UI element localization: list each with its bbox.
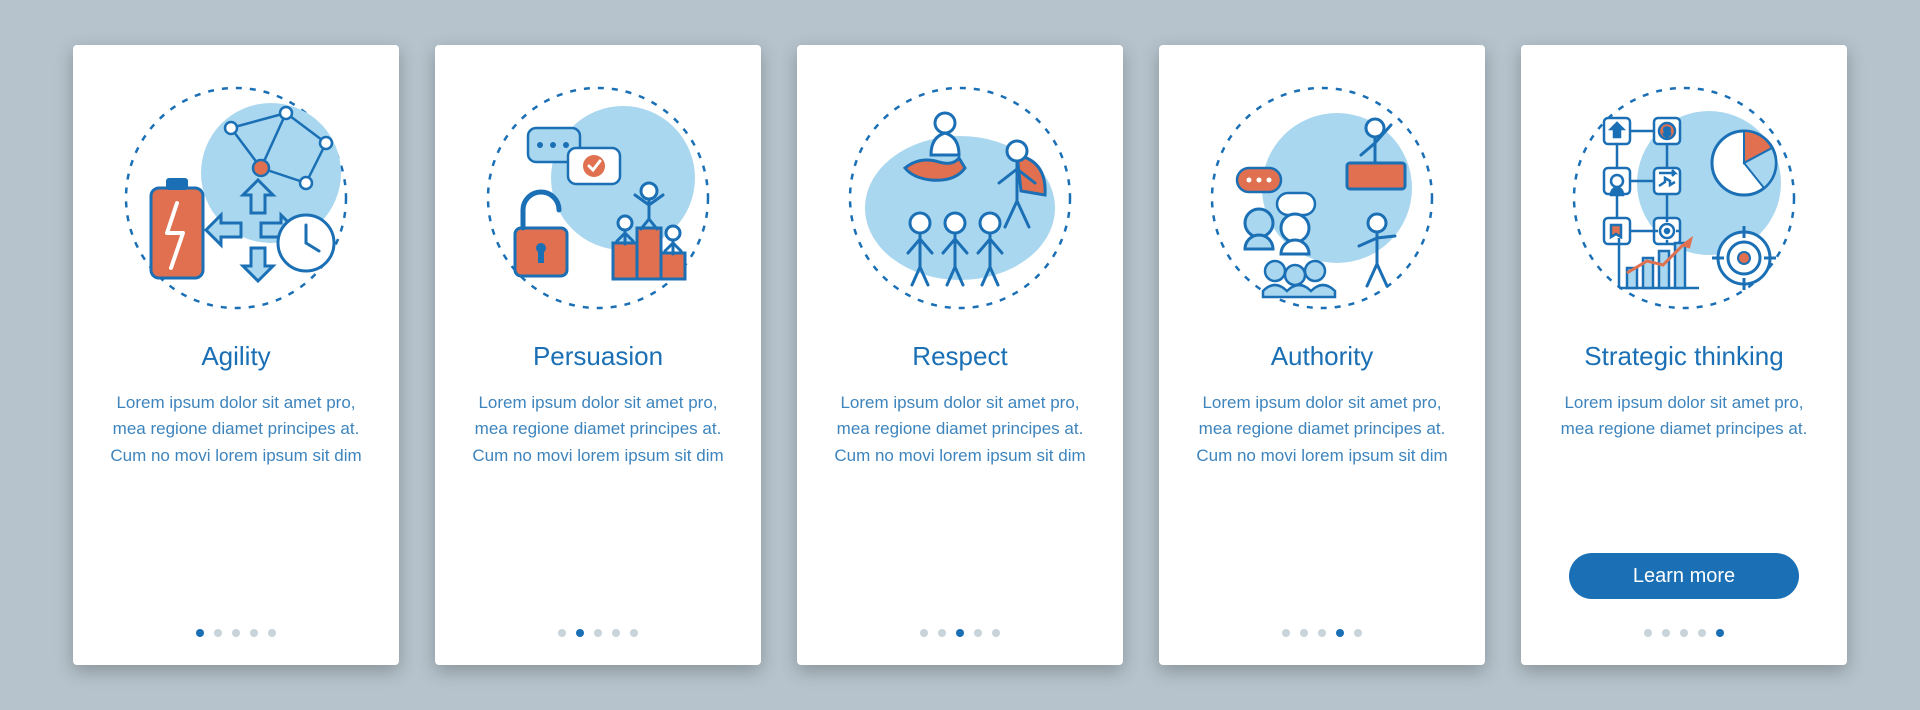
dot-1[interactable] bbox=[920, 629, 928, 637]
card-body: Lorem ipsum dolor sit amet pro, mea regi… bbox=[1551, 390, 1817, 443]
pagination-dots bbox=[558, 629, 638, 637]
onboarding-card-agility: Agility Lorem ipsum dolor sit amet pro, … bbox=[73, 45, 399, 665]
svg-text:$: $ bbox=[1664, 125, 1671, 139]
card-body: Lorem ipsum dolor sit amet pro, mea regi… bbox=[827, 390, 1093, 615]
authority-icon bbox=[1197, 73, 1447, 323]
dot-2[interactable] bbox=[1662, 629, 1670, 637]
dot-3[interactable] bbox=[594, 629, 602, 637]
onboarding-card-persuasion: Persuasion Lorem ipsum dolor sit amet pr… bbox=[435, 45, 761, 665]
dot-4[interactable] bbox=[250, 629, 258, 637]
dot-1[interactable] bbox=[558, 629, 566, 637]
card-body: Lorem ipsum dolor sit amet pro, mea regi… bbox=[1189, 390, 1455, 615]
pagination-dots bbox=[196, 629, 276, 637]
dot-1[interactable] bbox=[1644, 629, 1652, 637]
card-body: Lorem ipsum dolor sit amet pro, mea regi… bbox=[103, 390, 369, 615]
dot-3[interactable] bbox=[1318, 629, 1326, 637]
card-body: Lorem ipsum dolor sit amet pro, mea regi… bbox=[465, 390, 731, 615]
card-title: Strategic thinking bbox=[1584, 341, 1783, 372]
dot-4[interactable] bbox=[612, 629, 620, 637]
dot-4[interactable] bbox=[974, 629, 982, 637]
strategic-thinking-icon: $ bbox=[1559, 73, 1809, 323]
card-title: Agility bbox=[201, 341, 270, 372]
dot-2[interactable] bbox=[938, 629, 946, 637]
dot-2[interactable] bbox=[214, 629, 222, 637]
dot-4[interactable] bbox=[1698, 629, 1706, 637]
onboarding-card-authority: Authority Lorem ipsum dolor sit amet pro… bbox=[1159, 45, 1485, 665]
dot-3[interactable] bbox=[956, 629, 964, 637]
agility-icon bbox=[111, 73, 361, 323]
pagination-dots bbox=[920, 629, 1000, 637]
card-title: Respect bbox=[912, 341, 1007, 372]
onboarding-card-respect: Respect Lorem ipsum dolor sit amet pro, … bbox=[797, 45, 1123, 665]
dot-2[interactable] bbox=[1300, 629, 1308, 637]
respect-icon bbox=[835, 73, 1085, 323]
dot-3[interactable] bbox=[1680, 629, 1688, 637]
dot-5[interactable] bbox=[630, 629, 638, 637]
onboarding-card-strategic-thinking: $ bbox=[1521, 45, 1847, 665]
persuasion-icon bbox=[473, 73, 723, 323]
card-title: Persuasion bbox=[533, 341, 663, 372]
dot-5[interactable] bbox=[1354, 629, 1362, 637]
learn-more-button[interactable]: Learn more bbox=[1569, 553, 1799, 599]
dot-2[interactable] bbox=[576, 629, 584, 637]
dot-3[interactable] bbox=[232, 629, 240, 637]
dot-5[interactable] bbox=[1716, 629, 1724, 637]
pagination-dots bbox=[1282, 629, 1362, 637]
card-title: Authority bbox=[1271, 341, 1374, 372]
dot-1[interactable] bbox=[196, 629, 204, 637]
dot-5[interactable] bbox=[992, 629, 1000, 637]
pagination-dots bbox=[1644, 629, 1724, 637]
dot-5[interactable] bbox=[268, 629, 276, 637]
dot-1[interactable] bbox=[1282, 629, 1290, 637]
dot-4[interactable] bbox=[1336, 629, 1344, 637]
